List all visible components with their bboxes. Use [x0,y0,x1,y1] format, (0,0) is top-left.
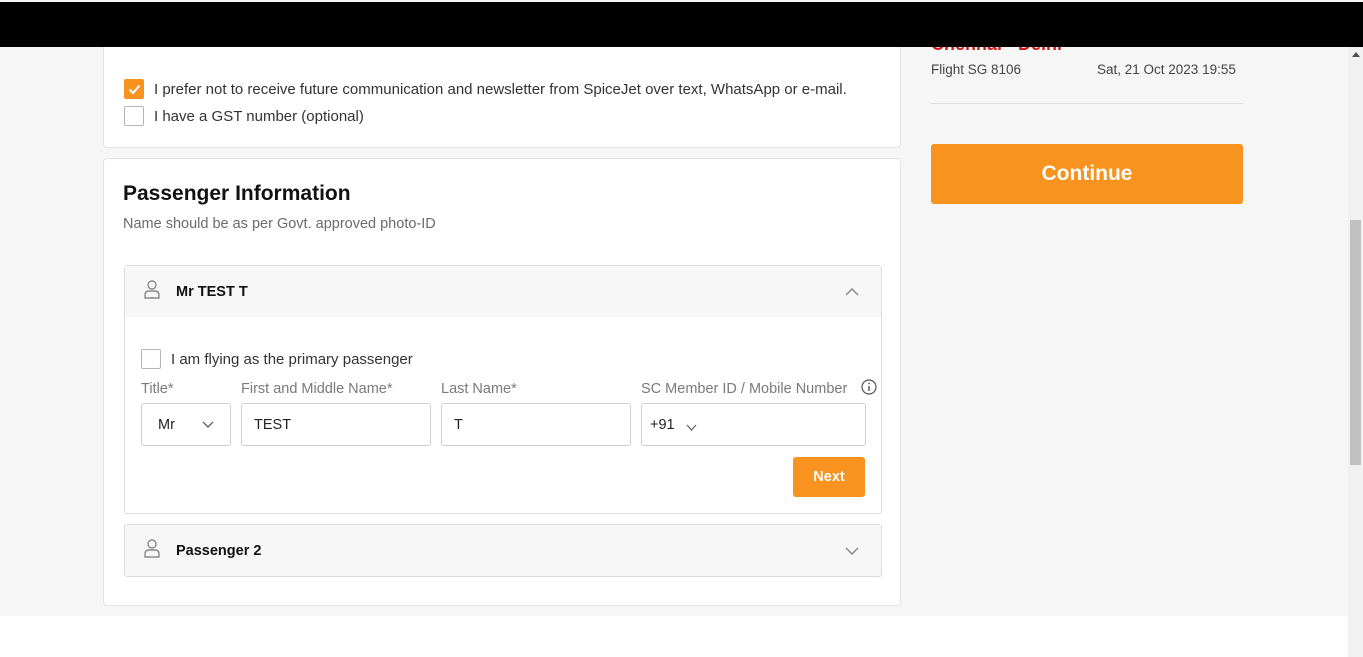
flight-number: Flight SG 8106 [931,62,1022,77]
preferences-card: I prefer not to receive future communica… [103,40,901,148]
passenger-2-header[interactable]: Passenger 2 [125,525,881,576]
continue-button[interactable]: Continue [931,144,1243,204]
first-middle-name-label: First and Middle Name* [241,381,393,397]
passenger-1-header[interactable]: Mr TEST T [125,266,881,317]
passenger-info-card: Passenger Information Name should be as … [103,158,901,606]
chevron-down-icon [202,421,214,428]
person-icon [144,280,160,299]
chevron-down-icon[interactable] [686,424,697,431]
scrollbar-thumb[interactable] [1350,220,1361,465]
primary-passenger-checkbox[interactable] [141,349,161,369]
passenger-2-name: Passenger 2 [176,542,262,559]
member-id-label: SC Member ID / Mobile Number [641,381,848,397]
newsletter-opt-out-label: I prefer not to receive future communica… [154,80,847,98]
person-icon [144,539,160,558]
check-icon [128,84,140,94]
passenger-info-subtitle: Name should be as per Govt. approved pho… [123,216,436,232]
first-middle-name-value: TEST [254,416,292,433]
page-bottom [0,616,1348,657]
gst-checkbox[interactable] [124,106,144,126]
passenger-info-title: Passenger Information [123,182,351,205]
top-bar [0,2,1363,47]
first-middle-name-input[interactable]: TEST [241,403,431,446]
member-id-input[interactable]: +91 [641,403,866,446]
last-name-input[interactable]: T [441,403,631,446]
chevron-up-icon[interactable] [845,287,859,296]
passenger-1-accordion: Mr TEST T I am flying as the primary pas… [124,265,882,514]
title-select[interactable]: Mr [141,403,231,446]
gst-label: I have a GST number (optional) [154,107,364,125]
primary-passenger-row[interactable]: I am flying as the primary passenger [141,349,413,369]
title-label: Title* [141,381,174,397]
last-name-value: T [454,416,463,433]
primary-passenger-label: I am flying as the primary passenger [171,350,413,368]
passenger-2-accordion: Passenger 2 [124,524,882,577]
page-viewport: Chennai - Delhi Flight SG 8106 Sat, 21 O… [0,0,1363,657]
flight-datetime: Sat, 21 Oct 2023 19:55 [1097,62,1236,77]
newsletter-opt-out-row[interactable]: I prefer not to receive future communica… [124,79,847,99]
summary-divider [931,103,1243,104]
passenger-1-name: Mr TEST T [176,283,248,300]
chevron-down-icon[interactable] [845,546,859,555]
info-icon[interactable] [861,379,877,395]
last-name-label: Last Name* [441,381,517,397]
country-code-select[interactable]: +91 [650,417,675,433]
gst-row[interactable]: I have a GST number (optional) [124,106,364,126]
next-button[interactable]: Next [793,457,865,497]
scroll-up-arrow-icon[interactable] [1352,52,1360,57]
title-select-value: Mr [158,416,175,433]
newsletter-opt-out-checkbox[interactable] [124,79,144,99]
